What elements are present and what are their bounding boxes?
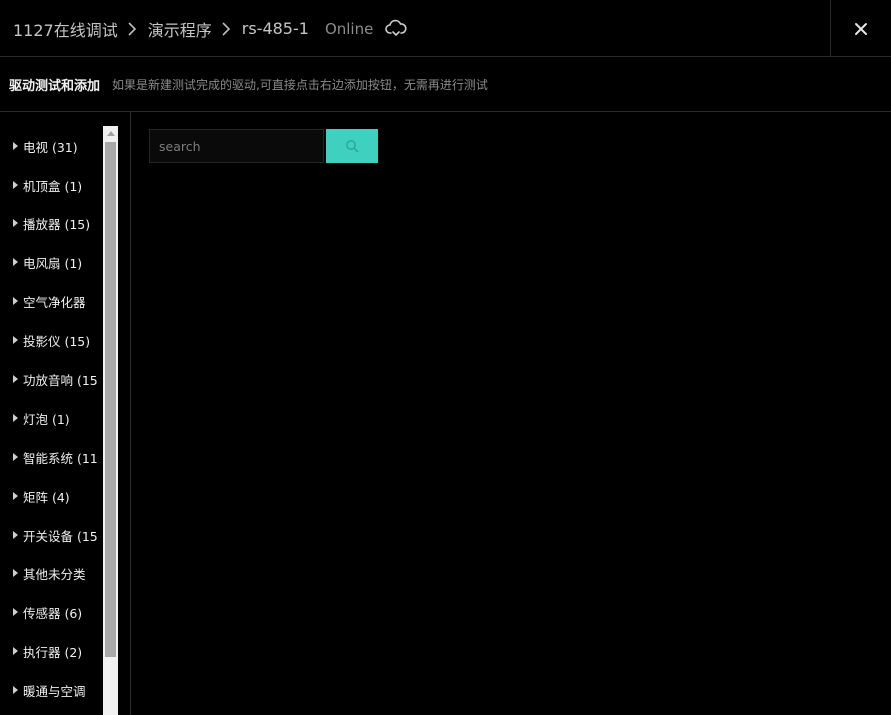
scroll-up-button[interactable] — [103, 126, 118, 141]
section-description: 如果是新建测试完成的驱动,可直接点击右边添加按钮，无需再进行测试 — [112, 77, 488, 92]
caret-right-icon[interactable] — [13, 492, 18, 500]
category-label: 播放器 (15) — [23, 216, 91, 232]
category-label: 功放音响 (15 — [23, 372, 98, 388]
caret-right-icon[interactable] — [13, 142, 18, 150]
category-label: 空气净化器 — [23, 294, 86, 310]
category-item[interactable]: 矩阵 (4) — [0, 481, 102, 511]
category-label: 灯泡 (1) — [23, 411, 70, 427]
section-header: 驱动测试和添加 如果是新建测试完成的驱动,可直接点击右边添加按钮，无需再进行测试 — [0, 57, 891, 112]
category-item[interactable]: 播放器 (15) — [0, 208, 102, 238]
category-item[interactable]: 机顶盒 (1) — [0, 170, 102, 200]
scrollbar-thumb[interactable] — [105, 142, 116, 657]
caret-right-icon[interactable] — [13, 181, 18, 189]
connection-status: Online — [324, 19, 374, 38]
category-sidebar: 电视 (31) 机顶盒 (1) 播放器 (15) 电风扇 (1) 空气净化器 投… — [0, 112, 131, 715]
sidebar-scrollbar[interactable] — [103, 126, 118, 715]
chevron-right-icon — [216, 19, 236, 39]
category-label: 传感器 (6) — [23, 605, 83, 621]
close-button[interactable] — [830, 0, 891, 57]
caret-right-icon[interactable] — [13, 336, 18, 344]
caret-right-icon[interactable] — [13, 414, 18, 422]
caret-right-icon[interactable] — [13, 375, 18, 383]
category-label: 执行器 (2) — [23, 644, 83, 660]
search-input[interactable] — [149, 129, 324, 163]
breadcrumb-item-project[interactable]: 1127在线调试 — [13, 17, 118, 41]
category-item[interactable]: 电视 (31) — [0, 131, 102, 161]
category-item[interactable]: 灯泡 (1) — [0, 403, 102, 433]
category-label: 开关设备 (15 — [23, 528, 98, 544]
category-item[interactable]: 投影仪 (15) — [0, 325, 102, 355]
category-item[interactable]: 其他未分类 — [0, 558, 102, 588]
caret-right-icon[interactable] — [13, 569, 18, 577]
caret-right-icon[interactable] — [13, 219, 18, 227]
section-title: 驱动测试和添加 — [9, 78, 101, 94]
caret-right-icon[interactable] — [13, 258, 18, 266]
category-item[interactable]: 空气净化器 — [0, 286, 102, 316]
caret-right-icon[interactable] — [13, 686, 18, 694]
category-label: 矩阵 (4) — [23, 489, 70, 505]
caret-right-icon[interactable] — [13, 608, 18, 616]
category-label: 智能系统 (11 — [23, 450, 98, 466]
category-item[interactable]: 功放音响 (15 — [0, 364, 102, 394]
caret-right-icon[interactable] — [13, 297, 18, 305]
category-label: 投影仪 (15) — [23, 333, 91, 349]
header-bar: 1127在线调试 演示程序 rs-485-1 Online — [0, 0, 891, 57]
category-label: 机顶盒 (1) — [23, 178, 83, 194]
search-button[interactable] — [326, 129, 378, 163]
category-item[interactable]: 电风扇 (1) — [0, 247, 102, 277]
category-label: 其他未分类 — [23, 566, 86, 582]
category-item[interactable]: 执行器 (2) — [0, 636, 102, 666]
breadcrumb-item-port: rs-485-1 — [241, 19, 309, 38]
chevron-right-icon — [122, 19, 142, 39]
category-label: 电风扇 (1) — [23, 255, 83, 271]
close-icon — [855, 22, 867, 35]
cloud-icon — [385, 19, 407, 39]
category-item[interactable]: 开关设备 (15 — [0, 520, 102, 550]
category-item[interactable]: 智能系统 (11 — [0, 442, 102, 472]
category-label: 暖通与空调 — [23, 683, 86, 699]
breadcrumb-item-program[interactable]: 演示程序 — [148, 17, 212, 41]
caret-right-icon[interactable] — [13, 453, 18, 461]
category-item[interactable]: 暖通与空调 — [0, 675, 102, 705]
triangle-up-icon — [106, 131, 115, 136]
search-icon — [346, 140, 359, 153]
category-item[interactable]: 传感器 (6) — [0, 597, 102, 627]
breadcrumb: 1127在线调试 演示程序 rs-485-1 Online — [13, 0, 407, 57]
category-label: 电视 (31) — [23, 139, 78, 155]
caret-right-icon[interactable] — [13, 647, 18, 655]
caret-right-icon[interactable] — [13, 531, 18, 539]
